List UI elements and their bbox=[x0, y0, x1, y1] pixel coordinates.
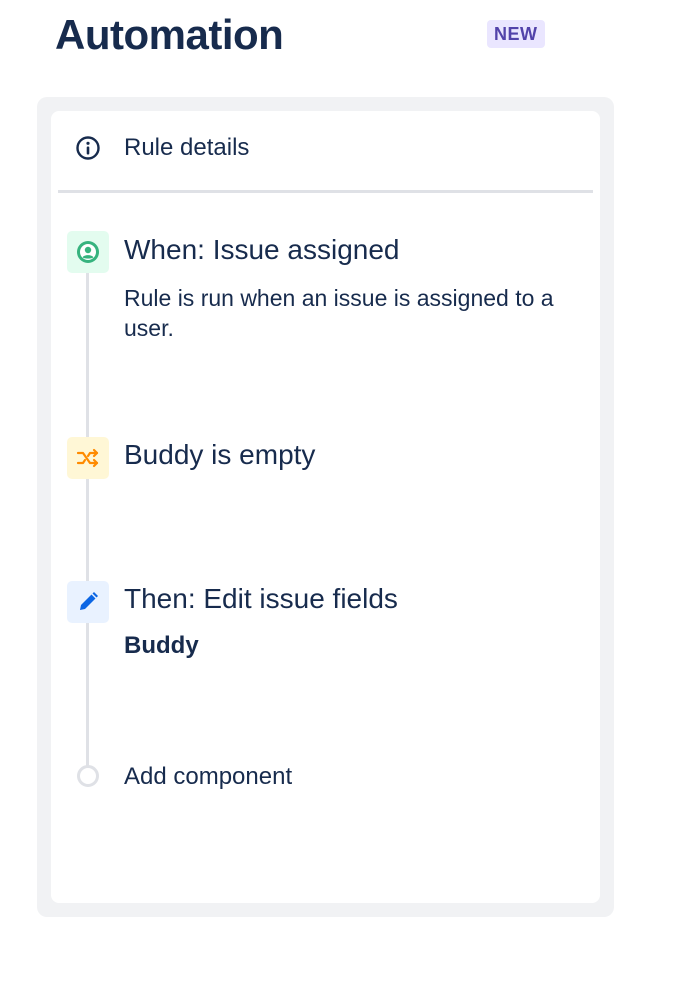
action-step-title[interactable]: Then: Edit issue fields bbox=[124, 581, 398, 617]
timeline-connector bbox=[86, 272, 89, 772]
add-component-button[interactable]: Add component bbox=[124, 762, 292, 792]
info-icon bbox=[74, 134, 102, 162]
trigger-step-description: Rule is run when an issue is assigned to… bbox=[124, 285, 554, 341]
page-title: Automation bbox=[55, 11, 284, 58]
pencil-icon[interactable] bbox=[67, 581, 109, 623]
divider bbox=[58, 190, 593, 193]
user-circle-icon[interactable] bbox=[67, 231, 109, 273]
automation-page: Automation NEW Rule details When: Issue … bbox=[0, 0, 699, 998]
rule-details-label: Rule details bbox=[124, 134, 250, 161]
new-badge: NEW bbox=[487, 20, 545, 48]
rule-details-button[interactable]: Rule details bbox=[74, 128, 249, 168]
trigger-step-title[interactable]: When: Issue assigned bbox=[124, 232, 400, 268]
condition-step-title[interactable]: Buddy is empty bbox=[124, 437, 315, 473]
add-component-dot[interactable] bbox=[77, 765, 99, 787]
shuffle-icon[interactable] bbox=[67, 437, 109, 479]
action-step-field: Buddy bbox=[124, 632, 199, 659]
